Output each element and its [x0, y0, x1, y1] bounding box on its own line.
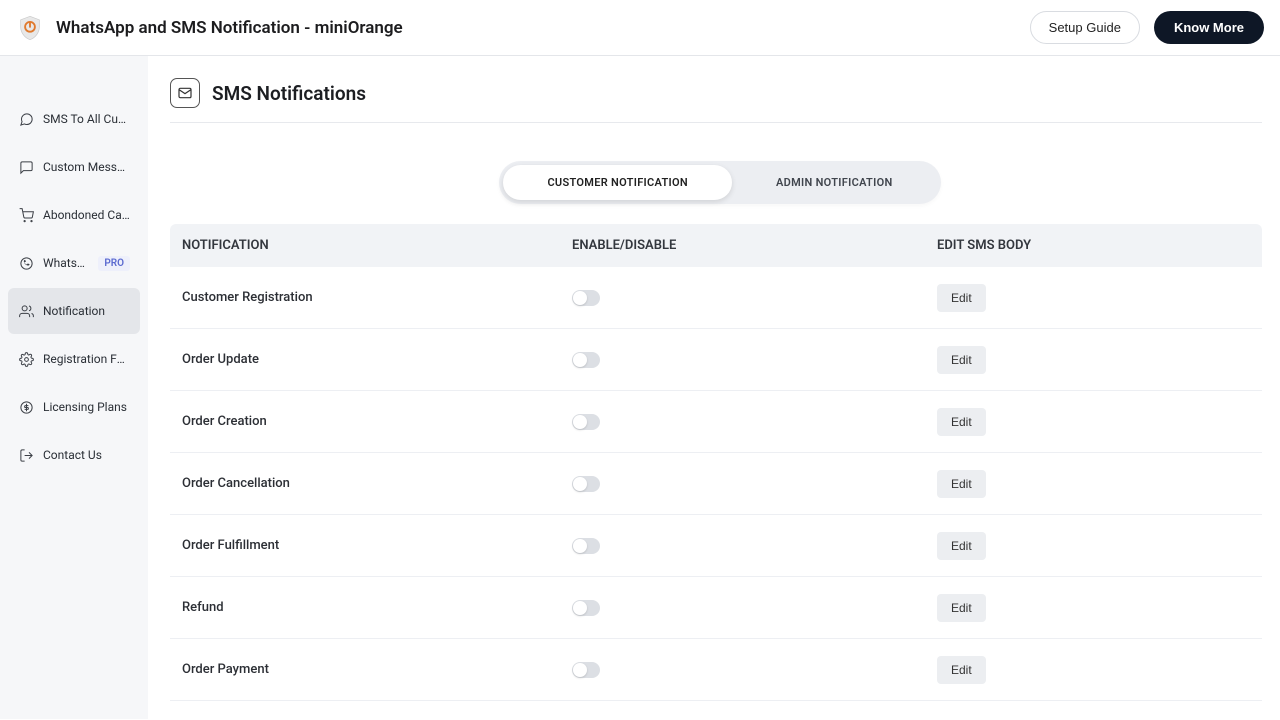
toggle-cell	[572, 290, 937, 306]
enable-toggle[interactable]	[572, 662, 600, 678]
users-icon	[18, 303, 34, 319]
cart-icon	[18, 207, 34, 223]
whatsapp-icon	[18, 255, 34, 271]
sidebar-item-licensing-plans[interactable]: Licensing Plans	[8, 384, 140, 430]
message-square-icon	[18, 159, 34, 175]
app-title: WhatsApp and SMS Notification - miniOran…	[56, 18, 403, 38]
edit-cell: Edit	[937, 346, 1250, 374]
edit-button[interactable]: Edit	[937, 470, 986, 498]
sidebar-item-label: SMS To All Customers	[43, 112, 130, 126]
enable-toggle[interactable]	[572, 538, 600, 554]
table-row: Order Payment Edit	[170, 639, 1262, 701]
table-row: Order Cancellation Edit	[170, 453, 1262, 515]
col-enable-disable: ENABLE/DISABLE	[572, 238, 937, 253]
edit-button[interactable]: Edit	[937, 532, 986, 560]
topbar: WhatsApp and SMS Notification - miniOran…	[0, 0, 1280, 56]
notification-name: Order Payment	[182, 662, 572, 677]
pro-badge: PRO	[98, 256, 130, 271]
logout-icon	[18, 447, 34, 463]
enable-toggle[interactable]	[572, 290, 600, 306]
table-row: Order Creation Edit	[170, 391, 1262, 453]
tabs-container: CUSTOMER NOTIFICATION ADMIN NOTIFICATION	[170, 161, 1270, 204]
setup-guide-button[interactable]: Setup Guide	[1030, 11, 1140, 44]
page-header: SMS Notifications	[170, 78, 1262, 123]
enable-toggle[interactable]	[572, 352, 600, 368]
col-notification: NOTIFICATION	[182, 238, 572, 253]
table-body: Customer Registration Edit Order Update Edi…	[170, 267, 1262, 701]
toggle-cell	[572, 476, 937, 492]
table-row: Refund Edit	[170, 577, 1262, 639]
notification-name: Order Cancellation	[182, 476, 572, 491]
tab-customer-notification[interactable]: CUSTOMER NOTIFICATION	[503, 165, 732, 200]
sidebar-item-whatsapp[interactable]: WhatsApp PRO	[8, 240, 140, 286]
sidebar-item-registration-form[interactable]: Registration Form Set...	[8, 336, 140, 382]
toggle-cell	[572, 414, 937, 430]
enable-toggle[interactable]	[572, 414, 600, 430]
edit-cell: Edit	[937, 656, 1250, 684]
topbar-left: WhatsApp and SMS Notification - miniOran…	[16, 14, 403, 42]
sidebar-item-label: Contact Us	[43, 448, 102, 462]
sidebar-item-label: Licensing Plans	[43, 400, 127, 414]
edit-cell: Edit	[937, 532, 1250, 560]
edit-button[interactable]: Edit	[937, 656, 986, 684]
enable-toggle[interactable]	[572, 600, 600, 616]
sidebar-item-custom-messages[interactable]: Custom Messages	[8, 144, 140, 190]
notification-name: Refund	[182, 600, 572, 615]
edit-cell: Edit	[937, 408, 1250, 436]
toggle-cell	[572, 662, 937, 678]
notification-name: Customer Registration	[182, 290, 572, 305]
enable-toggle[interactable]	[572, 476, 600, 492]
message-circle-icon	[18, 111, 34, 127]
notifications-table: NOTIFICATION ENABLE/DISABLE EDIT SMS BOD…	[170, 224, 1262, 701]
toggle-cell	[572, 538, 937, 554]
sidebar-item-contact-us[interactable]: Contact Us	[8, 432, 140, 478]
notification-name: Order Fulfillment	[182, 538, 572, 553]
sidebar-item-sms-all-customers[interactable]: SMS To All Customers	[8, 96, 140, 142]
table-row: Order Update Edit	[170, 329, 1262, 391]
main-content: SMS Notifications CUSTOMER NOTIFICATION …	[148, 56, 1280, 719]
sidebar: SMS To All Customers Custom Messages Abo…	[0, 56, 148, 719]
toggle-cell	[572, 600, 937, 616]
topbar-right: Setup Guide Know More	[1030, 11, 1264, 44]
toggle-cell	[572, 352, 937, 368]
edit-button[interactable]: Edit	[937, 594, 986, 622]
sidebar-item-label: Custom Messages	[43, 160, 130, 174]
sidebar-item-label: Notification	[43, 304, 105, 318]
app-logo	[16, 14, 44, 42]
sidebar-item-abandoned-cart[interactable]: Abondoned Cart Noti...	[8, 192, 140, 238]
table-header: NOTIFICATION ENABLE/DISABLE EDIT SMS BOD…	[170, 224, 1262, 267]
notification-name: Order Update	[182, 352, 572, 367]
sidebar-item-label: Registration Form Set...	[43, 352, 130, 366]
dollar-icon	[18, 399, 34, 415]
table-row: Customer Registration Edit	[170, 267, 1262, 329]
edit-button[interactable]: Edit	[937, 408, 986, 436]
know-more-button[interactable]: Know More	[1154, 11, 1264, 44]
edit-cell: Edit	[937, 284, 1250, 312]
tab-admin-notification[interactable]: ADMIN NOTIFICATION	[732, 165, 937, 200]
edit-cell: Edit	[937, 594, 1250, 622]
edit-button[interactable]: Edit	[937, 346, 986, 374]
mail-icon	[170, 78, 200, 108]
table-row: Order Fulfillment Edit	[170, 515, 1262, 577]
tab-pill: CUSTOMER NOTIFICATION ADMIN NOTIFICATION	[499, 161, 940, 204]
sidebar-item-label: WhatsApp	[43, 256, 89, 270]
page-title: SMS Notifications	[212, 82, 366, 105]
edit-cell: Edit	[937, 470, 1250, 498]
col-edit-sms-body: EDIT SMS BODY	[937, 238, 1250, 253]
sidebar-item-label: Abondoned Cart Noti...	[43, 208, 130, 222]
sidebar-item-notification[interactable]: Notification	[8, 288, 140, 334]
edit-button[interactable]: Edit	[937, 284, 986, 312]
settings-icon	[18, 351, 34, 367]
notification-name: Order Creation	[182, 414, 572, 429]
